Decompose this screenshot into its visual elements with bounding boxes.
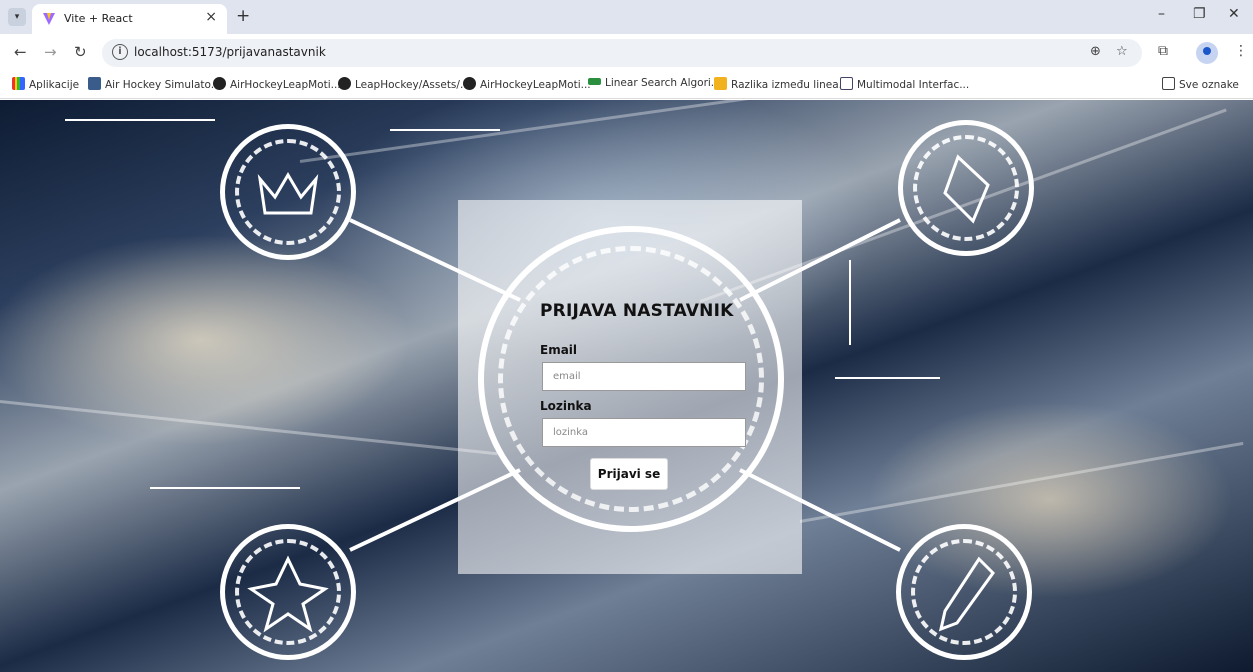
maximize-button[interactable]: ❐ xyxy=(1193,6,1206,22)
site-icon xyxy=(714,77,727,90)
tab-strip: ▾ Vite + React × + – ❐ ✕ xyxy=(0,0,1253,34)
pen-icon xyxy=(938,556,995,632)
vite-icon xyxy=(43,13,55,25)
url-text: localhost:5173/prijavanastavnik xyxy=(134,45,326,59)
login-panel: PRIJAVA NASTAVNIK Email Lozinka Prijavi … xyxy=(458,200,802,574)
star-icon xyxy=(247,555,329,633)
menu-icon[interactable]: ⋮ xyxy=(1234,43,1248,59)
close-window-button[interactable]: ✕ xyxy=(1228,6,1240,22)
tab-title: Vite + React xyxy=(64,12,133,25)
page-background: PRIJAVA NASTAVNIK Email Lozinka Prijavi … xyxy=(0,100,1253,672)
crown-icon xyxy=(257,172,319,215)
diamond-emblem xyxy=(898,120,1034,256)
bookmarks-bar: Aplikacije Air Hockey Simulato... AirHoc… xyxy=(0,72,1253,99)
email-label: Email xyxy=(540,343,578,357)
pen-emblem xyxy=(896,524,1032,660)
github-icon xyxy=(338,77,351,90)
tab-close-icon[interactable]: × xyxy=(205,9,217,25)
folder-icon xyxy=(1162,77,1175,90)
email-field[interactable] xyxy=(542,362,746,391)
browser-tab[interactable]: Vite + React × xyxy=(32,4,227,34)
bookmark-item[interactable]: LeapHockey/Assets/... xyxy=(338,77,470,91)
browser-toolbar: ← → ↻ i localhost:5173/prijavanastavnik … xyxy=(0,34,1253,72)
tab-search-button[interactable]: ▾ xyxy=(8,8,26,26)
bookmark-item[interactable]: Air Hockey Simulato... xyxy=(88,77,221,91)
minimize-button[interactable]: – xyxy=(1158,6,1165,22)
back-icon[interactable]: ← xyxy=(14,43,27,61)
zoom-icon[interactable]: ⊕ xyxy=(1090,44,1101,59)
reload-icon[interactable]: ↻ xyxy=(74,43,87,61)
site-icon xyxy=(588,78,601,85)
bookmark-item[interactable]: Aplikacije xyxy=(12,77,79,91)
apps-grid-icon xyxy=(12,77,25,90)
bookmark-item[interactable]: AirHockeyLeapMoti... xyxy=(463,77,591,91)
all-bookmarks[interactable]: Sve oznake xyxy=(1162,77,1239,91)
bookmark-item[interactable]: Linear Search Algori... xyxy=(588,77,721,89)
github-icon xyxy=(213,77,226,90)
diamond-icon xyxy=(943,154,990,224)
site-icon xyxy=(88,77,101,90)
site-info-icon[interactable]: i xyxy=(112,44,128,60)
password-label: Lozinka xyxy=(540,399,592,413)
github-icon xyxy=(463,77,476,90)
profile-avatar[interactable] xyxy=(1196,42,1218,64)
bookmark-item[interactable]: Razlika između linea... xyxy=(714,77,849,91)
page-title: PRIJAVA NASTAVNIK xyxy=(540,301,734,321)
bookmark-star-icon[interactable]: ☆ xyxy=(1116,44,1128,59)
site-icon xyxy=(840,77,853,90)
extensions-icon[interactable]: ⧉ xyxy=(1158,43,1168,59)
crown-emblem xyxy=(220,124,356,260)
star-emblem xyxy=(220,524,356,660)
new-tab-button[interactable]: + xyxy=(236,6,250,26)
password-field[interactable] xyxy=(542,418,746,447)
bookmark-item[interactable]: Multimodal Interfac... xyxy=(840,77,969,91)
forward-icon[interactable]: → xyxy=(44,43,57,61)
address-bar[interactable]: i localhost:5173/prijavanastavnik ⊕ ☆ xyxy=(102,39,1142,67)
login-button[interactable]: Prijavi se xyxy=(590,458,668,490)
bookmark-item[interactable]: AirHockeyLeapMoti... xyxy=(213,77,341,91)
